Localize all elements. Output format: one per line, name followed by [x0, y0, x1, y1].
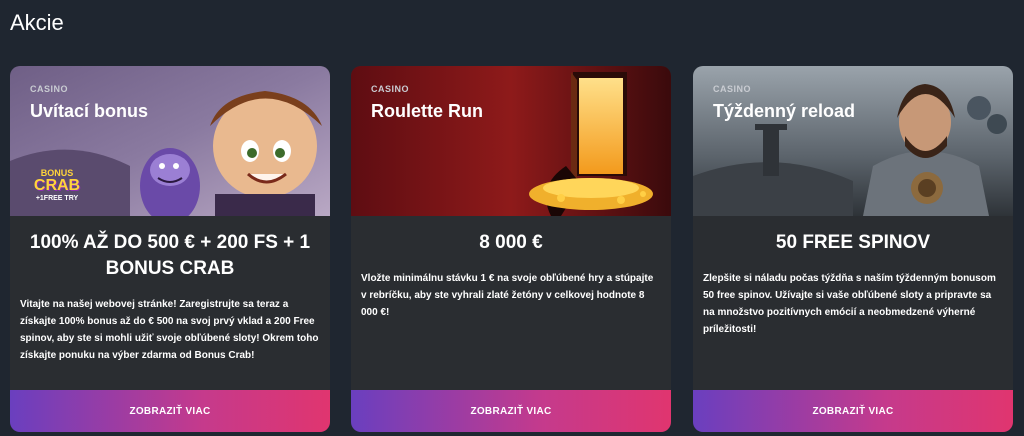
- promo-card-welcome-bonus[interactable]: CASINO Uvítací bonus BONUS CRAB +1FREE T…: [10, 66, 330, 432]
- promo-description: Zlepšite si náladu počas týždňa s naším …: [703, 273, 996, 335]
- promo-headline: 8 000 €: [479, 232, 543, 253]
- bonus-crab-logo-line3: +1FREE TRY: [35, 195, 79, 202]
- promo-description: Vložte minimálnu stávku 1 € na svoje obľ…: [361, 273, 654, 318]
- promo-description: Vitajte na našej webovej stránke! Zaregi…: [20, 299, 319, 361]
- promo-category: CASINO: [713, 84, 752, 94]
- promo-headline: 100% AŽ DO 500 € + 200 FS + 1 BONUS CRAB: [29, 232, 311, 279]
- bonus-crab-logo-line2: CRAB: [33, 177, 81, 194]
- promo-card-roulette-run[interactable]: CASINO Roulette Run 8 000 € Vložte minim…: [351, 66, 671, 432]
- promo-category: CASINO: [30, 84, 69, 94]
- show-more-button[interactable]: ZOBRAZIŤ VIAC: [693, 390, 1013, 432]
- show-more-button[interactable]: ZOBRAZIŤ VIAC: [351, 390, 671, 432]
- show-more-button[interactable]: ZOBRAZIŤ VIAC: [10, 390, 330, 432]
- promo-title: Uvítací bonus: [30, 101, 149, 121]
- promo-title: Roulette Run: [371, 101, 483, 121]
- promo-headline: 50 FREE SPINOV: [775, 232, 931, 253]
- promotions-list: CASINO Uvítací bonus BONUS CRAB +1FREE T…: [10, 66, 1016, 432]
- promo-title: Týždenný reload: [713, 101, 856, 121]
- page-title: Akcie: [10, 10, 64, 35]
- promo-card-weekly-reload[interactable]: CASINO Týždenný reload 50 FREE SPINOV Zl…: [693, 66, 1013, 432]
- bonus-crab-logo: BONUS CRAB +1FREE TRY: [22, 168, 92, 204]
- promo-category: CASINO: [371, 84, 410, 94]
